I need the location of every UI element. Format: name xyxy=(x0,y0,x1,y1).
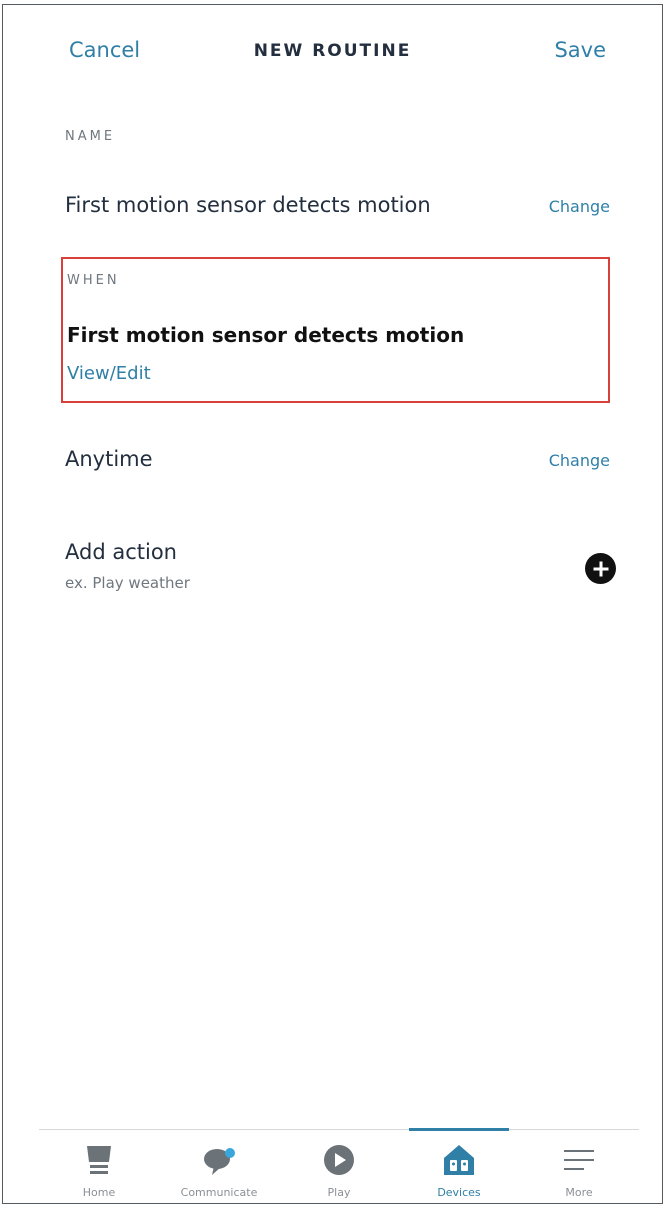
when-section-label: WHEN xyxy=(67,273,120,288)
routine-name: First motion sensor detects motion xyxy=(65,193,431,217)
view-edit-link[interactable]: View/Edit xyxy=(67,363,151,384)
nav-item-devices[interactable]: Devices xyxy=(409,1128,509,1208)
nav-item-play[interactable]: Play xyxy=(289,1130,389,1208)
nav-label-devices: Devices xyxy=(437,1186,481,1199)
home-icon xyxy=(87,1146,111,1174)
nav-item-communicate[interactable]: Communicate xyxy=(169,1130,269,1208)
nav-label-play: Play xyxy=(327,1186,351,1199)
play-icon xyxy=(324,1145,354,1175)
nav-label-communicate: Communicate xyxy=(180,1186,258,1199)
nav-item-home[interactable]: Home xyxy=(49,1130,149,1208)
when-section: WHEN First motion sensor detects motion … xyxy=(61,257,610,403)
save-button[interactable]: Save xyxy=(554,38,606,62)
chat-bubble-icon xyxy=(204,1148,235,1175)
menu-icon xyxy=(564,1150,594,1170)
nav-label-home: Home xyxy=(82,1186,116,1199)
nav-label-more: More xyxy=(565,1186,593,1199)
plus-circle-icon[interactable] xyxy=(585,553,616,584)
bottom-nav: Home Communicate Play Devices More xyxy=(39,1128,639,1208)
schedule-value: Anytime xyxy=(65,447,153,471)
trigger-name: First motion sensor detects motion xyxy=(67,323,465,347)
name-section-label: NAME xyxy=(65,129,116,144)
nav-item-more[interactable]: More xyxy=(529,1130,629,1208)
app-screen: Cancel NEW ROUTINE Save NAME First motio… xyxy=(2,4,663,1204)
add-action-title[interactable]: Add action xyxy=(65,540,177,564)
devices-icon xyxy=(444,1145,474,1175)
change-schedule-button[interactable]: Change xyxy=(549,451,610,470)
change-name-button[interactable]: Change xyxy=(549,197,610,216)
add-action-hint: ex. Play weather xyxy=(65,574,190,592)
